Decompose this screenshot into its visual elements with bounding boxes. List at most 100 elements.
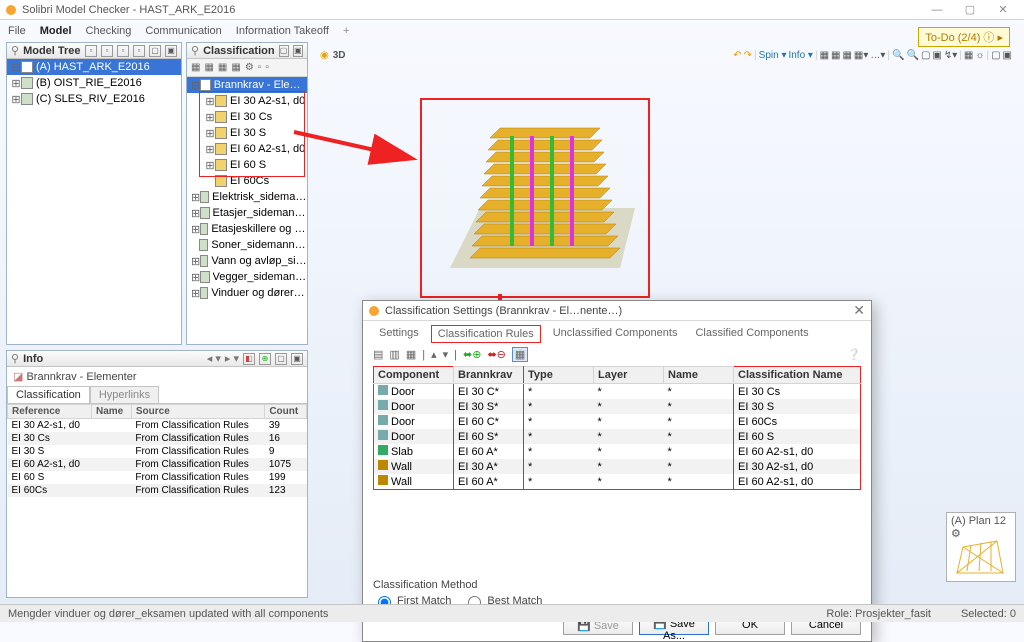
panel-btn[interactable]: ▢ bbox=[149, 45, 161, 57]
panel-btn[interactable]: ⊕ bbox=[259, 353, 271, 365]
tree-item[interactable]: ⊞EI 30 S bbox=[187, 125, 307, 141]
tool-redo-icon[interactable]: ↷ bbox=[744, 50, 752, 61]
tree-item[interactable]: ⊞EI 60 A2-s1, d0 bbox=[187, 141, 307, 157]
tab-classified[interactable]: Classified Components bbox=[689, 325, 814, 343]
tool-icon[interactable]: ▤ bbox=[373, 348, 383, 361]
table-row[interactable]: WallEI 60 A****EI 60 A2-s1, d0 bbox=[374, 474, 861, 490]
panel-btn[interactable]: ▣ bbox=[165, 45, 177, 57]
tab-settings[interactable]: Settings bbox=[373, 325, 425, 343]
tree-item[interactable]: ⊟Brannkrav - Elementer bbox=[187, 77, 307, 93]
zoom-in-icon[interactable]: 🔍 bbox=[906, 50, 918, 61]
tree-item[interactable]: ⊞(C) SLES_RIV_E2016 bbox=[7, 91, 181, 107]
panel-btn[interactable]: ▢ bbox=[279, 45, 289, 57]
tool-icon[interactable]: ▥ bbox=[389, 348, 399, 361]
tree-item[interactable]: ⊟(A) HAST_ARK_E2016 bbox=[7, 59, 181, 75]
col-source[interactable]: Source bbox=[131, 405, 264, 419]
table-row[interactable]: SlabEI 60 A****EI 60 A2-s1, d0 bbox=[374, 444, 861, 459]
table-row[interactable]: EI 30 A2-s1, d0From Classification Rules… bbox=[8, 419, 307, 433]
model-tree[interactable]: ⊟(A) HAST_ARK_E2016⊞(B) OIST_RIE_E2016⊞(… bbox=[7, 59, 181, 326]
tool-info[interactable]: Info ▾ bbox=[788, 50, 812, 61]
table-row[interactable]: WallEI 30 A****EI 30 A2-s1, d0 bbox=[374, 459, 861, 474]
table-row[interactable]: EI 30 CsFrom Classification Rules16 bbox=[8, 432, 307, 445]
tree-item[interactable]: ⊞(B) OIST_RIE_E2016 bbox=[7, 75, 181, 91]
panel-btn[interactable]: ▢ bbox=[275, 353, 287, 365]
table-row[interactable]: EI 60CsFrom Classification Rules123 bbox=[8, 484, 307, 497]
maximize-button[interactable]: ▢ bbox=[955, 3, 985, 16]
nav-fwd[interactable]: ▸ ▾ bbox=[225, 352, 239, 365]
table-row[interactable]: DoorEI 30 S****EI 30 S bbox=[374, 399, 861, 414]
menu-communication[interactable]: Communication bbox=[145, 25, 221, 37]
panel-btn[interactable]: ▣ bbox=[291, 353, 303, 365]
view-3d-icon[interactable]: ◉ bbox=[320, 50, 329, 61]
tool-icon[interactable]: ☼ bbox=[975, 50, 984, 61]
table-row[interactable]: DoorEI 60 C****EI 60Cs bbox=[374, 414, 861, 429]
tool-icon[interactable]: ▦ bbox=[191, 62, 200, 73]
table-row[interactable]: EI 30 SFrom Classification Rules9 bbox=[8, 445, 307, 458]
tool-selected-icon[interactable]: ▦ bbox=[512, 347, 528, 362]
tab-unclassified[interactable]: Unclassified Components bbox=[547, 325, 684, 343]
table-row[interactable]: EI 60 A2-s1, d0From Classification Rules… bbox=[8, 458, 307, 471]
tool-icon[interactable]: ▫ bbox=[265, 62, 269, 73]
panel-btn[interactable]: ◧ bbox=[243, 353, 255, 365]
tool-icon[interactable]: ▦ bbox=[964, 50, 973, 61]
table-row[interactable]: EI 60 SFrom Classification Rules199 bbox=[8, 471, 307, 484]
classification-tree[interactable]: ⊟Brannkrav - Elementer⊞EI 30 A2-s1, d0 ⊞E… bbox=[187, 77, 307, 344]
col-count[interactable]: Count bbox=[265, 405, 307, 419]
tree-item[interactable]: ⊞EI 60 S bbox=[187, 157, 307, 173]
col-reference[interactable]: Reference bbox=[8, 405, 92, 419]
minimize-button[interactable]: — bbox=[922, 4, 952, 16]
table-row[interactable]: DoorEI 30 C****EI 30 Cs bbox=[374, 384, 861, 400]
tool-icon[interactable]: ▦ bbox=[820, 50, 829, 61]
tree-item[interactable]: ⊞Vinduer og dører_sidemannskor bbox=[187, 285, 307, 301]
tool-icon[interactable]: ▦ bbox=[204, 62, 213, 73]
tab-classification-rules[interactable]: Classification Rules bbox=[431, 325, 541, 343]
tree-item[interactable]: ⊞Etasjeskillere og tak_sidemanns bbox=[187, 221, 307, 237]
tool-icon[interactable]: ▦ bbox=[831, 50, 840, 61]
tool-icon[interactable]: ▣ bbox=[932, 50, 941, 61]
mini-map[interactable]: (A) Plan 12 ⚙ bbox=[946, 512, 1016, 582]
tool-icon[interactable]: …▾ bbox=[870, 50, 885, 61]
tool-undo-icon[interactable]: ↶ bbox=[733, 50, 741, 61]
col-name[interactable]: Name bbox=[664, 367, 734, 384]
table-row[interactable]: DoorEI 60 S****EI 60 S bbox=[374, 429, 861, 444]
col-name[interactable]: Name bbox=[92, 405, 132, 419]
menu-model[interactable]: Model bbox=[40, 25, 72, 37]
pin-icon[interactable]: ⚲ bbox=[191, 44, 199, 57]
tab-classification[interactable]: Classification bbox=[7, 386, 90, 403]
col-type[interactable]: Type bbox=[524, 367, 594, 384]
tree-item[interactable]: Soner_sidemannskontroll bbox=[187, 237, 307, 253]
tree-item[interactable]: ⊞Etasjer_sidemannskontroll bbox=[187, 205, 307, 221]
col-brannkrav[interactable]: Brannkrav bbox=[454, 367, 524, 384]
zoom-out-icon[interactable]: 🔍 bbox=[892, 50, 904, 61]
col-layer[interactable]: Layer bbox=[594, 367, 664, 384]
tool-icon[interactable]: ⚙ bbox=[245, 62, 254, 73]
panel-btn[interactable]: ▣ bbox=[293, 45, 303, 57]
panel-btn[interactable]: ▫ bbox=[85, 45, 97, 57]
tool-icon[interactable]: ⬌⊕ bbox=[463, 348, 481, 361]
panel-btn[interactable]: ▫ bbox=[117, 45, 129, 57]
close-button[interactable]: ✕ bbox=[988, 3, 1018, 16]
tool-icon[interactable]: ▦▾ bbox=[854, 50, 868, 61]
tool-icon[interactable]: ▢ bbox=[991, 50, 1000, 61]
tab-hyperlinks[interactable]: Hyperlinks bbox=[90, 386, 159, 403]
tool-up-icon[interactable]: ▴ bbox=[431, 348, 437, 361]
pin-icon[interactable]: ⚲ bbox=[11, 352, 19, 365]
nav-back[interactable]: ◂ ▾ bbox=[207, 352, 221, 365]
col-component[interactable]: Component bbox=[374, 367, 454, 384]
menu-checking[interactable]: Checking bbox=[86, 25, 132, 37]
tree-item[interactable]: ⊞EI 30 A2-s1, d0 bbox=[187, 93, 307, 109]
tool-icon[interactable]: ▫ bbox=[258, 62, 262, 73]
menu-add[interactable]: + bbox=[343, 25, 349, 37]
pin-icon[interactable]: ⚲ bbox=[11, 44, 19, 57]
help-icon[interactable]: ❔ bbox=[847, 348, 861, 361]
menu-file[interactable]: File bbox=[8, 25, 26, 37]
tool-icon[interactable]: ↯▾ bbox=[944, 50, 957, 61]
tool-icon[interactable]: ▦ bbox=[842, 50, 851, 61]
panel-btn[interactable]: ▫ bbox=[133, 45, 145, 57]
col-classname[interactable]: Classification Name bbox=[734, 367, 861, 384]
tree-item[interactable]: EI 60Cs bbox=[187, 173, 307, 189]
menu-info-takeoff[interactable]: Information Takeoff bbox=[236, 25, 329, 37]
todo-badge[interactable]: To-Do (2/4) ⓘ ▸ bbox=[918, 27, 1010, 47]
tool-icon[interactable]: ▦ bbox=[218, 62, 227, 73]
dialog-close-button[interactable]: ✕ bbox=[853, 302, 865, 319]
